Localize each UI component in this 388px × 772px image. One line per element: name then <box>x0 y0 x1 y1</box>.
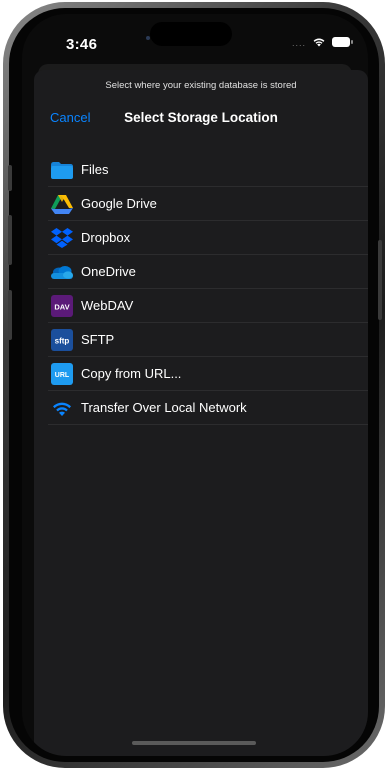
camera-indicator <box>146 36 150 40</box>
home-indicator[interactable] <box>132 741 256 745</box>
storage-option-copy-from-url[interactable]: URL Copy from URL... <box>34 357 368 391</box>
storage-option-dropbox[interactable]: Dropbox <box>34 221 368 255</box>
onedrive-icon <box>51 266 73 279</box>
sheet-prompt: Select where your existing database is s… <box>105 80 297 91</box>
storage-location-sheet: Select where your existing database is s… <box>34 70 368 756</box>
status-time: 3:46 <box>66 36 98 53</box>
cancel-button[interactable]: Cancel <box>50 110 90 125</box>
svg-text:sftp: sftp <box>55 337 70 346</box>
wifi-icon <box>313 38 325 47</box>
storage-option-label: Copy from URL... <box>81 366 182 381</box>
svg-text:URL: URL <box>55 372 70 379</box>
battery-icon <box>332 37 354 47</box>
svg-text:DAV: DAV <box>54 303 69 312</box>
url-icon: URL <box>51 363 73 385</box>
storage-option-label: OneDrive <box>81 264 136 279</box>
webdav-icon: DAV <box>51 295 73 317</box>
signal-dots: .... <box>292 38 307 48</box>
storage-option-label: SFTP <box>81 332 115 347</box>
dynamic-island <box>150 22 232 46</box>
storage-option-label: Transfer Over Local Network <box>81 400 247 415</box>
storage-option-files[interactable]: Files <box>34 153 368 187</box>
silent-switch <box>8 165 12 191</box>
storage-option-google-drive[interactable]: Google Drive <box>34 187 368 221</box>
power-button <box>378 240 382 320</box>
dropbox-icon <box>51 228 73 248</box>
status-bar: 3:46 .... <box>22 14 368 70</box>
storage-option-label: Dropbox <box>81 230 131 245</box>
storage-option-onedrive[interactable]: OneDrive <box>34 255 368 289</box>
storage-option-label: WebDAV <box>81 298 134 313</box>
storage-option-local-network[interactable]: Transfer Over Local Network <box>34 391 368 425</box>
storage-option-label: Files <box>81 162 109 177</box>
volume-down-button <box>8 290 12 340</box>
google-drive-icon <box>51 195 73 214</box>
wifi-icon <box>53 402 71 416</box>
volume-up-button <box>8 215 12 265</box>
storage-option-label: Google Drive <box>81 196 157 211</box>
sftp-icon: sftp <box>51 329 73 351</box>
storage-option-webdav[interactable]: DAV WebDAV <box>34 289 368 323</box>
storage-options-list: Files Google Drive Dropbox OneDrive DAV … <box>34 153 368 425</box>
storage-option-sftp[interactable]: sftp SFTP <box>34 323 368 357</box>
screen: 3:46 .... Select where your existing dat… <box>22 14 368 756</box>
folder-icon <box>51 162 73 179</box>
